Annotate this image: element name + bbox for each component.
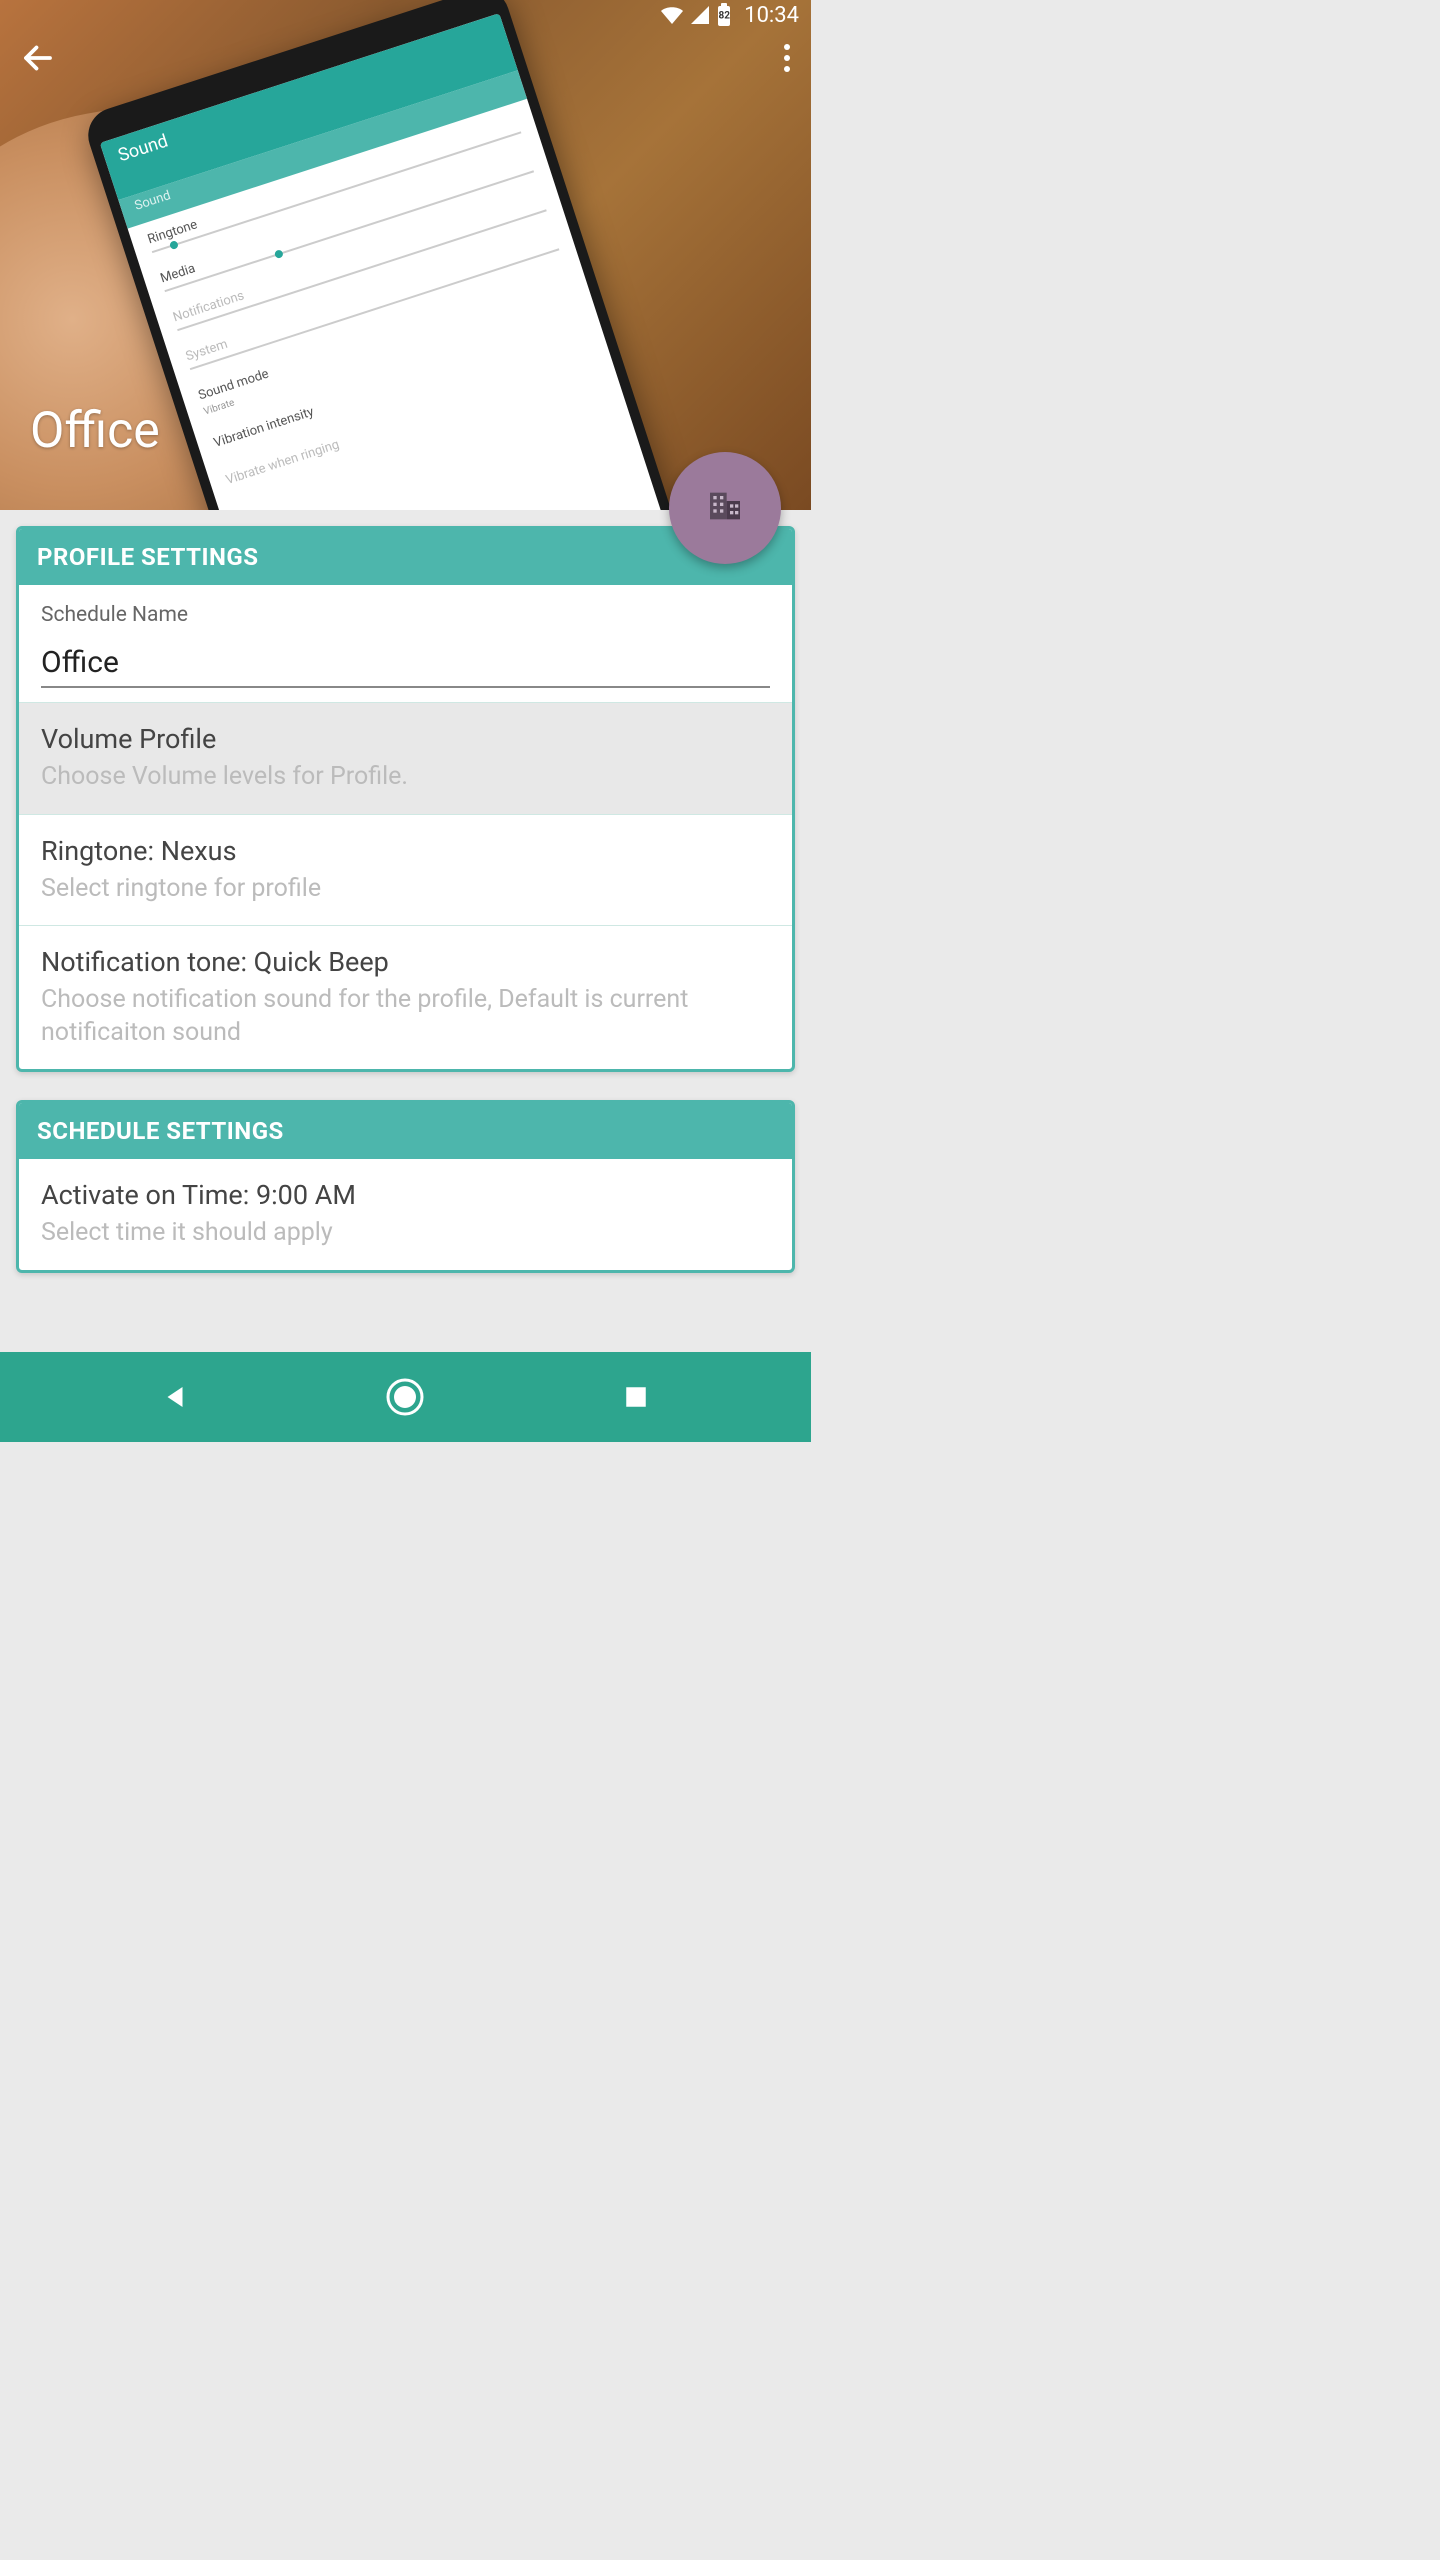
battery-level: 82 (718, 11, 729, 22)
schedule-name-row: Schedule Name (19, 585, 792, 702)
nav-home-button[interactable] (375, 1367, 435, 1427)
activate-time-item[interactable]: Activate on Time: 9:00 AM Select time it… (19, 1159, 792, 1270)
ringtone-item[interactable]: Ringtone: Nexus Select ringtone for prof… (19, 814, 792, 926)
status-bar: 82 10:34 (0, 0, 811, 30)
back-button[interactable] (20, 40, 56, 80)
signal-icon (690, 5, 710, 25)
schedule-name-label: Schedule Name (41, 603, 770, 627)
page-title: Office (30, 402, 160, 460)
notification-tone-title: Notification tone: Quick Beep (41, 946, 770, 978)
ringtone-title: Ringtone: Nexus (41, 835, 770, 867)
battery-icon: 82 (716, 3, 732, 27)
more-options-button[interactable] (783, 43, 791, 77)
activate-time-subtitle: Select time it should apply (41, 1217, 770, 1250)
navigation-bar (0, 1352, 811, 1442)
wifi-icon (660, 5, 684, 25)
volume-profile-subtitle: Choose Volume levels for Profile. (41, 761, 770, 794)
schedule-name-input[interactable] (41, 641, 770, 688)
profile-settings-card: PROFILE SETTINGS Schedule Name Volume Pr… (16, 526, 795, 1072)
fab-building-button[interactable] (669, 452, 781, 564)
ringtone-subtitle: Select ringtone for profile (41, 873, 770, 906)
header-image: Sound Sound Ringtone Media Notifications… (0, 0, 811, 510)
schedule-settings-header: SCHEDULE SETTINGS (19, 1103, 792, 1159)
schedule-settings-card: SCHEDULE SETTINGS Activate on Time: 9:00… (16, 1100, 795, 1273)
notification-tone-item[interactable]: Notification tone: Quick Beep Choose not… (19, 925, 792, 1069)
app-bar (0, 40, 811, 80)
notification-tone-subtitle: Choose notification sound for the profil… (41, 984, 770, 1049)
profile-settings-header: PROFILE SETTINGS (19, 529, 792, 585)
volume-profile-item[interactable]: Volume Profile Choose Volume levels for … (19, 702, 792, 814)
building-icon (705, 486, 745, 530)
nav-back-button[interactable] (145, 1367, 205, 1427)
content-area: PROFILE SETTINGS Schedule Name Volume Pr… (0, 510, 811, 1317)
clock: 10:34 (744, 3, 799, 28)
nav-recent-button[interactable] (606, 1367, 666, 1427)
activate-time-title: Activate on Time: 9:00 AM (41, 1179, 770, 1211)
volume-profile-title: Volume Profile (41, 723, 770, 755)
